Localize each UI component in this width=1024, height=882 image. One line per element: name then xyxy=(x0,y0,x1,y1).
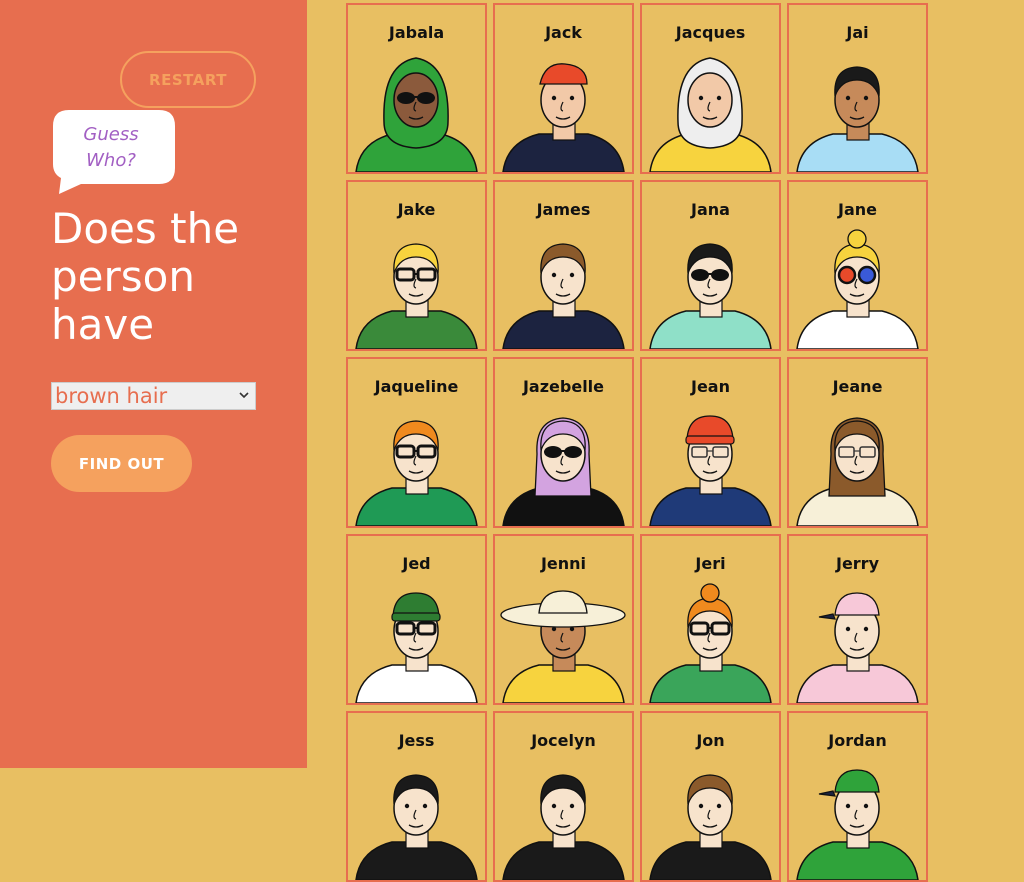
restart-button[interactable]: RESTART xyxy=(120,51,256,108)
character-card-jeane[interactable]: Jeane xyxy=(787,357,928,528)
character-card-jordan[interactable]: Jordan xyxy=(787,711,928,882)
character-card-jerry[interactable]: Jerry xyxy=(787,534,928,705)
character-portrait xyxy=(796,769,919,880)
character-card-jake[interactable]: Jake xyxy=(346,180,487,351)
character-card-jocelyn[interactable]: Jocelyn xyxy=(493,711,634,882)
character-card-jess[interactable]: Jess xyxy=(346,711,487,882)
character-name: Jazebelle xyxy=(522,377,605,396)
character-card-jean[interactable]: Jean xyxy=(640,357,781,528)
find-out-button[interactable]: FIND OUT xyxy=(51,435,192,492)
character-name: Jenni xyxy=(540,554,587,573)
character-card-jon[interactable]: Jon xyxy=(640,711,781,882)
character-card-jana[interactable]: Jana xyxy=(640,180,781,351)
character-portrait xyxy=(355,57,478,172)
character-name: Jeane xyxy=(832,377,883,396)
character-portrait xyxy=(796,592,919,703)
character-card-jenni[interactable]: Jenni xyxy=(493,534,634,705)
character-card-jane[interactable]: Jane xyxy=(787,180,928,351)
character-name: Jabala xyxy=(388,23,445,42)
attribute-select[interactable]: brown hair xyxy=(51,382,256,410)
character-name: Jerry xyxy=(835,554,879,573)
question-line-2: person xyxy=(51,252,195,301)
chevron-down-icon xyxy=(239,392,249,399)
character-portrait xyxy=(502,63,625,172)
character-name: Jana xyxy=(691,200,730,219)
question-line-1: Does the xyxy=(51,204,240,253)
character-name: Jeri xyxy=(695,554,726,573)
character-name: Jake xyxy=(397,200,436,219)
character-portrait xyxy=(796,229,919,349)
character-card-jaqueline[interactable]: Jaqueline xyxy=(346,357,487,528)
character-portrait xyxy=(355,243,478,349)
character-card-jed[interactable]: Jed xyxy=(346,534,487,705)
character-portrait xyxy=(502,417,625,526)
logo-line-2: Who? xyxy=(86,150,136,171)
character-portrait xyxy=(649,415,772,526)
character-name: James xyxy=(536,200,591,219)
character-portrait xyxy=(500,590,626,703)
character-portrait xyxy=(355,420,478,526)
character-card-jeri[interactable]: Jeri xyxy=(640,534,781,705)
character-card-jai[interactable]: Jai xyxy=(787,3,928,174)
character-card-james[interactable]: James xyxy=(493,180,634,351)
character-card-jazebelle[interactable]: Jazebelle xyxy=(493,357,634,528)
question-heading: Does the person have xyxy=(51,205,291,349)
character-name: Jean xyxy=(691,377,730,396)
character-board: Jabala Jack Jacques Jai Jake James Jana Jane Jaq… xyxy=(346,3,936,882)
character-name: Jocelyn xyxy=(531,731,596,750)
character-name: Jane xyxy=(838,200,877,219)
character-portrait xyxy=(649,774,772,880)
character-card-jabala[interactable]: Jabala xyxy=(346,3,487,174)
character-name: Jack xyxy=(545,23,582,42)
attribute-select-value: brown hair xyxy=(55,384,168,408)
character-portrait xyxy=(649,57,772,172)
question-line-3: have xyxy=(51,300,155,349)
guess-who-logo: Guess Who? xyxy=(51,108,177,195)
character-name: Jai xyxy=(846,23,869,42)
character-portrait xyxy=(502,774,625,880)
character-portrait xyxy=(649,583,772,703)
character-portrait xyxy=(355,592,478,703)
sidebar: RESTART Guess Who? Does the person have … xyxy=(0,0,307,768)
character-card-jacques[interactable]: Jacques xyxy=(640,3,781,174)
character-card-jack[interactable]: Jack xyxy=(493,3,634,174)
character-name: Jed xyxy=(402,554,431,573)
character-name: Jordan xyxy=(828,731,887,750)
character-portrait xyxy=(502,243,625,349)
logo-line-1: Guess xyxy=(83,124,139,145)
character-portrait xyxy=(355,774,478,880)
character-name: Jon xyxy=(696,731,725,750)
character-portrait xyxy=(796,417,919,526)
character-name: Jess xyxy=(398,731,435,750)
character-name: Jaqueline xyxy=(374,377,459,396)
character-portrait xyxy=(796,66,919,172)
character-portrait xyxy=(649,243,772,349)
character-name: Jacques xyxy=(675,23,746,42)
